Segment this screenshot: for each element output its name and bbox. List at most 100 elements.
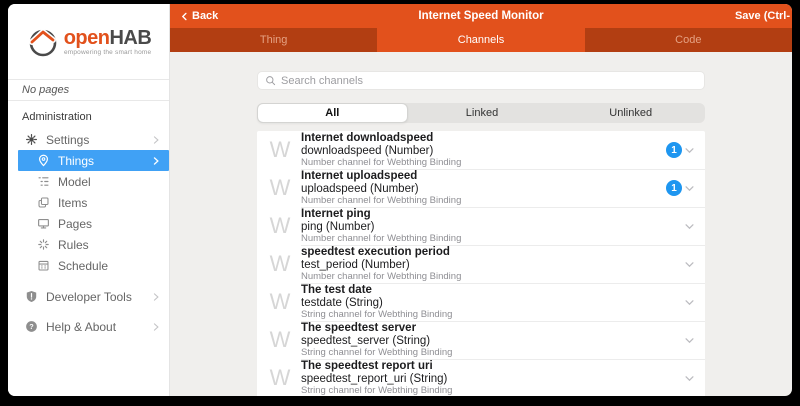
sidebar-item-label: Model <box>58 175 161 189</box>
tab-code[interactable]: Code <box>585 28 792 52</box>
channel-description: Number channel for Webthing Binding <box>301 233 684 244</box>
webthing-channel-icon: W <box>265 283 295 321</box>
channel-row[interactable]: W Internet uploadspeed uploadspeed (Numb… <box>257 169 705 207</box>
search-input[interactable] <box>281 75 697 87</box>
channel-title: The speedtest report uri <box>301 360 684 373</box>
channel-description: Number channel for Webthing Binding <box>301 157 666 168</box>
back-button[interactable]: Back <box>180 10 218 22</box>
channel-id: speedtest_report_uri (String) <box>301 373 684 386</box>
webthing-channel-icon: W <box>265 245 295 283</box>
channel-row[interactable]: W speedtest execution period test_period… <box>257 245 705 283</box>
sidebar-item-label: Items <box>58 196 161 210</box>
openhab-logo: openHAB empowering the smart home <box>26 25 152 59</box>
sidebar-item-label: Developer Tools <box>46 290 143 304</box>
filter-segment-linked[interactable]: Linked <box>408 103 557 123</box>
chevron-down-icon[interactable] <box>684 259 695 270</box>
sidebar-item-settings[interactable]: Settings <box>8 129 169 150</box>
webthing-channel-icon: W <box>265 169 295 207</box>
sidebar-item-label: Schedule <box>58 259 161 273</box>
channel-title: speedtest execution period <box>301 246 684 259</box>
chevron-left-icon <box>180 11 189 22</box>
channel-title: The speedtest server <box>301 322 684 335</box>
linked-count-badge: 1 <box>666 180 682 196</box>
chevron-right-icon <box>151 135 161 145</box>
chevron-right-icon <box>151 322 161 332</box>
webthing-channel-icon: W <box>265 131 295 169</box>
logo-area: openHAB empowering the smart home <box>8 4 169 80</box>
sidebar-menu: Settings Things Model Items Pages Rules … <box>8 129 169 276</box>
items-copy-icon <box>36 196 50 210</box>
sidebar-item-things[interactable]: Things <box>18 150 169 171</box>
chevron-right-icon <box>151 156 161 166</box>
sidebar-footer-menu: Developer Tools ? Help & About <box>8 286 169 337</box>
filter-segmented-control: AllLinkedUnlinked <box>257 103 705 123</box>
filter-segment-unlinked[interactable]: Unlinked <box>556 103 705 123</box>
tab-bar: ThingChannelsCode <box>170 28 792 52</box>
chevron-down-icon[interactable] <box>684 221 695 232</box>
chevron-right-icon <box>151 292 161 302</box>
sidebar-item-label: Things <box>58 154 143 168</box>
channel-id: testdate (String) <box>301 297 684 310</box>
chevron-down-icon[interactable] <box>684 373 695 384</box>
question-icon: ? <box>24 320 38 334</box>
search-icon <box>265 75 276 86</box>
linked-count-badge: 1 <box>666 142 682 158</box>
model-tree-icon <box>36 175 50 189</box>
sidebar-item-label: Pages <box>58 217 161 231</box>
channel-row[interactable]: W Internet downloadspeed downloadspeed (… <box>257 131 705 169</box>
top-navbar: Back Internet Speed Monitor Save (Ctrl- <box>170 4 792 28</box>
main-panel: Back Internet Speed Monitor Save (Ctrl- … <box>170 4 792 396</box>
sidebar-item-label: Settings <box>46 133 143 147</box>
channel-row[interactable]: W The speedtest report uri speedtest_rep… <box>257 359 705 396</box>
channel-id: test_period (Number) <box>301 259 684 272</box>
channel-row[interactable]: W The test date testdate (String) String… <box>257 283 705 321</box>
channel-title: Internet ping <box>301 208 684 221</box>
chevron-down-icon[interactable] <box>684 183 695 194</box>
sidebar-item-model[interactable]: Model <box>8 171 169 192</box>
tab-thing[interactable]: Thing <box>170 28 377 52</box>
chevron-down-icon[interactable] <box>684 297 695 308</box>
openhab-logo-icon <box>26 25 60 59</box>
search-bar <box>257 71 705 90</box>
channel-row[interactable]: W Internet ping ping (Number) Number cha… <box>257 207 705 245</box>
filter-segment-all[interactable]: All <box>257 103 408 123</box>
webthing-channel-icon: W <box>265 321 295 359</box>
sidebar-item-items[interactable]: Items <box>8 192 169 213</box>
pages-monitor-icon <box>36 217 50 231</box>
channel-description: Number channel for Webthing Binding <box>301 271 684 282</box>
logo-wordmark: openHAB <box>64 28 152 48</box>
sidebar-item-rules[interactable]: Rules <box>8 234 169 255</box>
tab-channels[interactable]: Channels <box>377 28 584 52</box>
app-window: openHAB empowering the smart home No pag… <box>8 4 792 396</box>
save-button[interactable]: Save (Ctrl- <box>735 10 790 22</box>
sidebar: openHAB empowering the smart home No pag… <box>8 4 170 396</box>
channel-title: The test date <box>301 284 684 297</box>
sidebar-item-label: Rules <box>58 238 161 252</box>
channel-list: W Internet downloadspeed downloadspeed (… <box>257 131 705 396</box>
chevron-down-icon[interactable] <box>684 335 695 346</box>
channel-id: speedtest_server (String) <box>301 335 684 348</box>
sidebar-item-help-about[interactable]: ? Help & About <box>8 316 169 337</box>
rules-spark-icon <box>36 238 50 252</box>
no-pages-label: No pages <box>8 80 169 101</box>
sidebar-item-label: Help & About <box>46 320 143 334</box>
channel-description: String channel for Webthing Binding <box>301 309 684 320</box>
channel-description: String channel for Webthing Binding <box>301 385 684 396</box>
svg-text:?: ? <box>29 322 34 331</box>
channel-title: Internet uploadspeed <box>301 170 666 183</box>
administration-section-label: Administration <box>8 101 169 129</box>
channel-id: ping (Number) <box>301 221 684 234</box>
channel-row[interactable]: W The speedtest server speedtest_server … <box>257 321 705 359</box>
shield-icon <box>24 290 38 304</box>
sidebar-item-schedule[interactable]: Schedule <box>8 255 169 276</box>
channel-id: downloadspeed (Number) <box>301 145 666 158</box>
sidebar-item-pages[interactable]: Pages <box>8 213 169 234</box>
location-pin-icon <box>36 154 50 168</box>
chevron-down-icon[interactable] <box>684 145 695 156</box>
content-area: AllLinkedUnlinked W Internet downloadspe… <box>170 52 792 396</box>
schedule-calendar-icon <box>36 259 50 273</box>
logo-tagline: empowering the smart home <box>64 49 151 56</box>
back-label: Back <box>192 10 218 22</box>
channel-title: Internet downloadspeed <box>301 132 666 145</box>
sidebar-item-developer-tools[interactable]: Developer Tools <box>8 286 169 307</box>
